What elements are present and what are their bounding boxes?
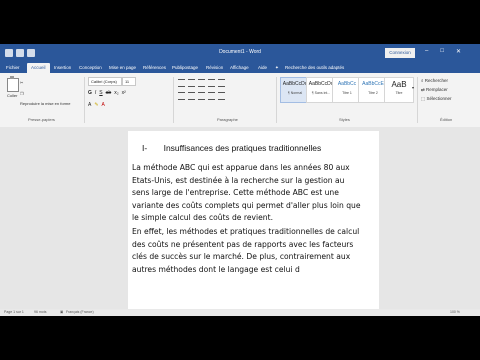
- align-left-icon[interactable]: [178, 92, 185, 100]
- section-heading[interactable]: I- Insuffisances des pratiques tradition…: [142, 143, 321, 153]
- multilevel-list-icon[interactable]: [198, 79, 205, 87]
- editing-group-label: Édition: [440, 117, 453, 122]
- font-name-select[interactable]: Calibri (Corps): [88, 77, 122, 86]
- highlight-icon[interactable]: ✎: [94, 102, 98, 108]
- status-bar: Page 1 sur 1 96 mots ▣ Français (France)…: [0, 309, 480, 316]
- numbering-icon[interactable]: [188, 79, 195, 87]
- replace-icon: ⇄: [421, 87, 425, 92]
- paste-icon[interactable]: [7, 76, 19, 92]
- zoom-level[interactable]: 100 %: [450, 310, 460, 314]
- group-divider: [84, 77, 85, 123]
- strikethrough-icon[interactable]: ab: [106, 90, 112, 96]
- font-format-buttons: G I S ab x₂ x²: [88, 90, 126, 96]
- format-painter-button[interactable]: Reproduire la mise en forme: [20, 101, 70, 106]
- tab-affichage[interactable]: Affichage: [230, 63, 249, 73]
- style-title[interactable]: AaB Titre: [384, 77, 414, 103]
- proofing-icon[interactable]: ▣: [60, 310, 63, 314]
- document-canvas: I- Insuffisances des pratiques tradition…: [0, 127, 480, 309]
- paragraph-2[interactable]: En effet, les méthodes et pratiques trad…: [132, 226, 364, 276]
- cut-icon[interactable]: ✂: [20, 80, 23, 85]
- tab-aide[interactable]: Aide: [258, 63, 267, 73]
- group-divider: [173, 77, 174, 123]
- underline-icon[interactable]: S: [99, 90, 102, 96]
- signin-button[interactable]: Connexion: [385, 48, 415, 58]
- tab-mise-en-page[interactable]: Mise en page: [109, 63, 136, 73]
- copy-icon[interactable]: ❐: [20, 91, 24, 96]
- text-effects-icon[interactable]: A: [88, 102, 91, 108]
- select-icon: ⬚: [421, 96, 426, 101]
- styles-more-icon[interactable]: ▾: [412, 85, 414, 90]
- list-buttons: [178, 79, 225, 87]
- ribbon: Coller ✂ ❐ Reproduire la mise en forme P…: [0, 73, 480, 128]
- justify-icon[interactable]: [208, 92, 215, 100]
- align-center-icon[interactable]: [188, 92, 195, 100]
- window-controls: – □ ✕: [425, 48, 461, 55]
- group-divider: [417, 77, 418, 123]
- title-bar: Document1 - Word Connexion – □ ✕: [0, 44, 480, 63]
- document-page[interactable]: I- Insuffisances des pratiques tradition…: [128, 131, 379, 309]
- close-icon[interactable]: ✕: [456, 48, 461, 55]
- maximize-icon[interactable]: □: [440, 48, 444, 55]
- font-size-select[interactable]: 11: [122, 77, 136, 86]
- italic-icon[interactable]: I: [95, 90, 96, 96]
- styles-group-label: Styles: [339, 117, 350, 122]
- heading-number: I-: [142, 143, 148, 153]
- tab-conception[interactable]: Conception: [79, 63, 102, 73]
- find-button[interactable]: ⌕ Rechercher: [421, 78, 448, 83]
- tab-references[interactable]: Références: [143, 63, 166, 73]
- font-color-buttons: A ✎ A: [88, 102, 105, 108]
- word-window: Document1 - Word Connexion – □ ✕ Fichier…: [0, 44, 480, 316]
- font-color-icon[interactable]: A: [102, 102, 105, 108]
- group-divider: [276, 77, 277, 123]
- search-tools-box[interactable]: Recherche des outils adaptés: [285, 63, 344, 73]
- lightbulb-icon: ✦: [275, 65, 279, 70]
- increase-indent-icon[interactable]: [218, 79, 225, 87]
- ribbon-tabs: Fichier Accueil Insertion Conception Mis…: [0, 63, 480, 73]
- tab-publipostage[interactable]: Publipostage: [172, 63, 198, 73]
- minimize-icon[interactable]: –: [425, 48, 428, 55]
- paragraph-1[interactable]: La méthode ABC qui est apparue dans les …: [132, 162, 364, 225]
- replace-button[interactable]: ⇄ Remplacer: [421, 87, 448, 93]
- language[interactable]: Français (France): [66, 310, 94, 314]
- superscript-icon[interactable]: x²: [122, 90, 126, 96]
- subscript-icon[interactable]: x₂: [114, 90, 118, 96]
- word-count[interactable]: 96 mots: [34, 310, 46, 314]
- tab-revision[interactable]: Révision: [206, 63, 223, 73]
- align-right-icon[interactable]: [198, 92, 205, 100]
- tab-fichier[interactable]: Fichier: [6, 63, 20, 73]
- paragraph-group-label: Paragraphe: [217, 117, 238, 122]
- paste-button-label[interactable]: Coller: [7, 93, 17, 98]
- page-count[interactable]: Page 1 sur 1: [4, 310, 24, 314]
- search-icon: ⌕: [421, 78, 424, 83]
- heading-text: Insuffisances des pratiques traditionnel…: [163, 143, 322, 153]
- alignment-buttons: [178, 92, 225, 100]
- tab-insertion[interactable]: Insertion: [54, 63, 71, 73]
- select-button[interactable]: ⬚ Sélectionner: [421, 96, 452, 102]
- bullets-icon[interactable]: [178, 79, 185, 87]
- bold-icon[interactable]: G: [88, 90, 92, 96]
- clipboard-group-label: Presse-papiers: [28, 117, 55, 122]
- decrease-indent-icon[interactable]: [208, 79, 215, 87]
- line-spacing-icon[interactable]: [218, 92, 225, 100]
- tab-accueil[interactable]: Accueil: [27, 63, 50, 73]
